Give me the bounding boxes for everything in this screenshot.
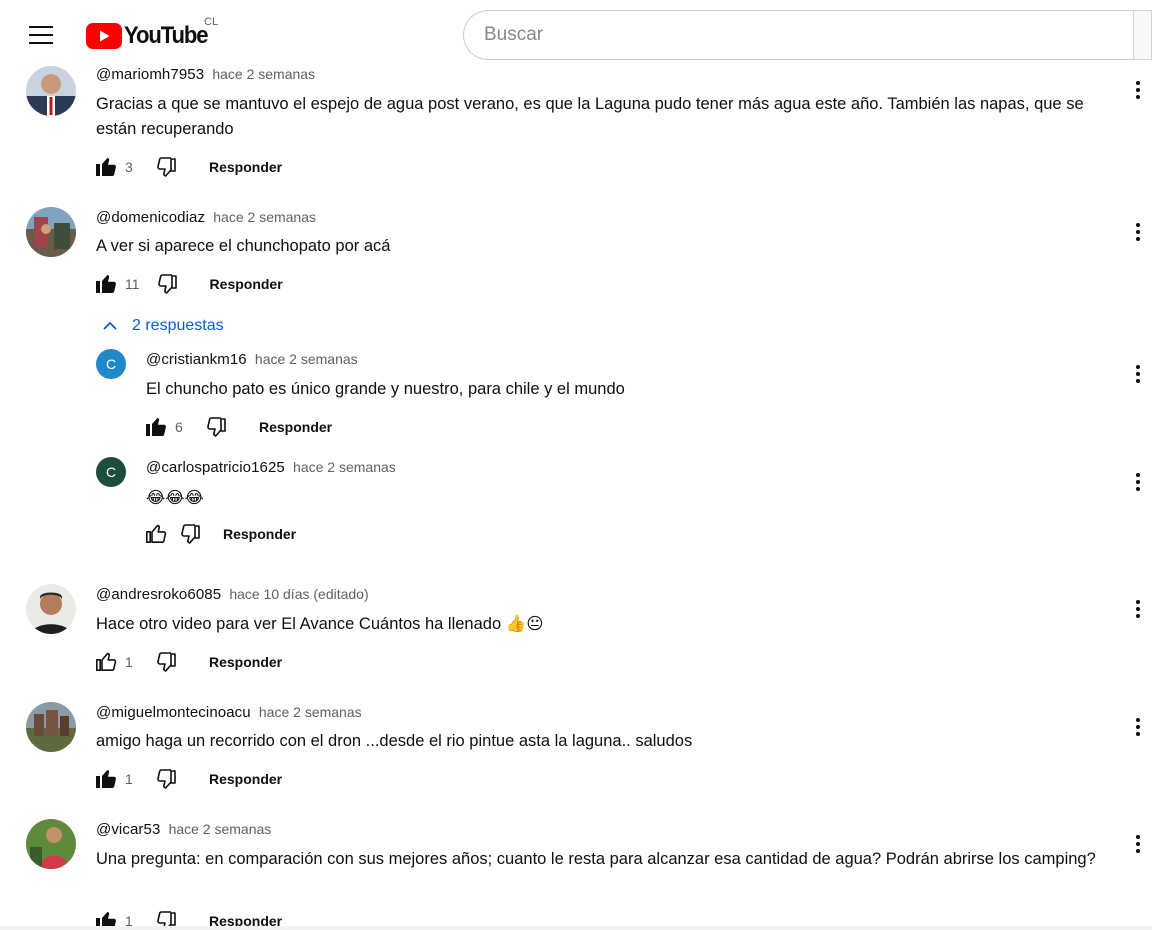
- masthead: YouTube CL: [0, 0, 1152, 66]
- reply-button[interactable]: Responder: [209, 159, 282, 175]
- comment-header: @andresroko6085 hace 10 días (editado): [96, 586, 369, 603]
- reply-button[interactable]: Responder: [210, 276, 283, 292]
- comment-text: Hace otro video para ver El Avance Cuánt…: [96, 615, 544, 633]
- search-box: [463, 10, 1135, 60]
- bottom-edge: [0, 926, 1152, 930]
- comments-section: @mariomh7953 hace 2 semanas Gracias a qu…: [0, 0, 1152, 930]
- reply-button[interactable]: Responder: [209, 654, 282, 670]
- like-filled-icon[interactable]: [93, 766, 119, 792]
- dislike-icon[interactable]: [153, 154, 179, 180]
- replies-toggle-button[interactable]: 2 respuestas: [100, 316, 224, 336]
- dislike-icon[interactable]: [203, 414, 229, 440]
- dislike-icon[interactable]: [154, 271, 180, 297]
- dislike-icon[interactable]: [177, 521, 203, 547]
- search-input[interactable]: [464, 11, 1135, 59]
- comment-time[interactable]: hace 2 semanas: [259, 704, 362, 720]
- avatar[interactable]: C: [96, 349, 126, 379]
- more-options-icon[interactable]: [1126, 597, 1150, 621]
- replies-toggle-label: 2 respuestas: [132, 317, 224, 334]
- menu-icon[interactable]: [22, 19, 60, 51]
- comment-text: Una pregunta: en comparación con sus mej…: [96, 850, 1096, 868]
- reply-button[interactable]: Responder: [223, 526, 296, 542]
- like-icon[interactable]: [143, 521, 169, 547]
- comment-text: amigo haga un recorrido con el dron ...d…: [96, 732, 693, 750]
- comment-text: Gracias a que se mantuvo el espejo de ag…: [96, 95, 1084, 138]
- avatar[interactable]: [26, 702, 76, 752]
- comment-header: @domenicodiaz hace 2 semanas: [96, 209, 316, 226]
- avatar[interactable]: [26, 66, 76, 116]
- youtube-play-icon: [86, 23, 122, 49]
- comment-time[interactable]: hace 10 días (editado): [229, 586, 368, 602]
- comment-author[interactable]: @domenicodiaz: [96, 209, 205, 226]
- more-options-icon[interactable]: [1126, 362, 1150, 386]
- comment-actions: 1 Responder: [93, 766, 282, 792]
- comment-header: @miguelmontecinoacu hace 2 semanas: [96, 704, 362, 721]
- like-filled-icon[interactable]: [93, 271, 119, 297]
- more-options-icon[interactable]: [1126, 220, 1150, 244]
- comment-header: @mariomh7953 hace 2 semanas: [96, 66, 315, 83]
- more-options-icon[interactable]: [1126, 715, 1150, 739]
- like-count: 1: [125, 771, 133, 787]
- dislike-icon[interactable]: [153, 649, 179, 675]
- like-count: 11: [125, 276, 140, 292]
- like-count: 3: [125, 159, 133, 175]
- comment-text: A ver si aparece el chunchopato por acá: [96, 237, 391, 255]
- more-options-icon[interactable]: [1126, 78, 1150, 102]
- reply-author[interactable]: @carlospatricio1625: [146, 459, 285, 476]
- reply-header: @cristiankm16 hace 2 semanas: [146, 351, 358, 368]
- comment-actions: 1 Responder: [93, 649, 282, 675]
- reply-author[interactable]: @cristiankm16: [146, 351, 247, 368]
- reply-header: @carlospatricio1625 hace 2 semanas: [146, 459, 396, 476]
- more-options-icon[interactable]: [1126, 832, 1150, 856]
- reply-actions: Responder: [143, 521, 296, 547]
- comment-time[interactable]: hace 2 semanas: [212, 66, 315, 82]
- reply-text: 😂😂😂: [146, 489, 204, 507]
- reply-actions: 6 Responder: [143, 414, 332, 440]
- like-icon[interactable]: [93, 649, 119, 675]
- comment-author[interactable]: @miguelmontecinoacu: [96, 704, 251, 721]
- like-count: 1: [125, 654, 133, 670]
- logo-text: YouTube: [124, 22, 209, 49]
- search-button[interactable]: [1133, 10, 1152, 60]
- comment-header: @vicar53 hace 2 semanas: [96, 821, 271, 838]
- reply-time[interactable]: hace 2 semanas: [255, 351, 358, 367]
- avatar[interactable]: [26, 207, 76, 257]
- chevron-up-icon: [103, 321, 117, 330]
- reply-button[interactable]: Responder: [259, 419, 332, 435]
- comment-author[interactable]: @andresroko6085: [96, 586, 221, 603]
- avatar-initial: C: [106, 356, 116, 372]
- comment-time[interactable]: hace 2 semanas: [169, 821, 272, 837]
- comment-actions: 3 Responder: [93, 154, 282, 180]
- more-options-icon[interactable]: [1126, 470, 1150, 494]
- reply-button[interactable]: Responder: [209, 771, 282, 787]
- avatar[interactable]: [26, 584, 76, 634]
- dislike-icon[interactable]: [153, 766, 179, 792]
- reply-time[interactable]: hace 2 semanas: [293, 459, 396, 475]
- comment-author[interactable]: @mariomh7953: [96, 66, 204, 83]
- avatar[interactable]: [26, 819, 76, 869]
- comment-author[interactable]: @vicar53: [96, 821, 160, 838]
- reply-text: El chuncho pato es único grande y nuestr…: [146, 380, 625, 398]
- country-code: CL: [204, 16, 219, 28]
- like-filled-icon[interactable]: [93, 154, 119, 180]
- like-count: 6: [175, 419, 183, 435]
- avatar-initial: C: [106, 464, 116, 480]
- like-filled-icon[interactable]: [143, 414, 169, 440]
- comment-time[interactable]: hace 2 semanas: [213, 209, 316, 225]
- comment-actions: 11 Responder: [93, 271, 283, 297]
- youtube-logo[interactable]: YouTube: [86, 22, 215, 50]
- avatar[interactable]: C: [96, 457, 126, 487]
